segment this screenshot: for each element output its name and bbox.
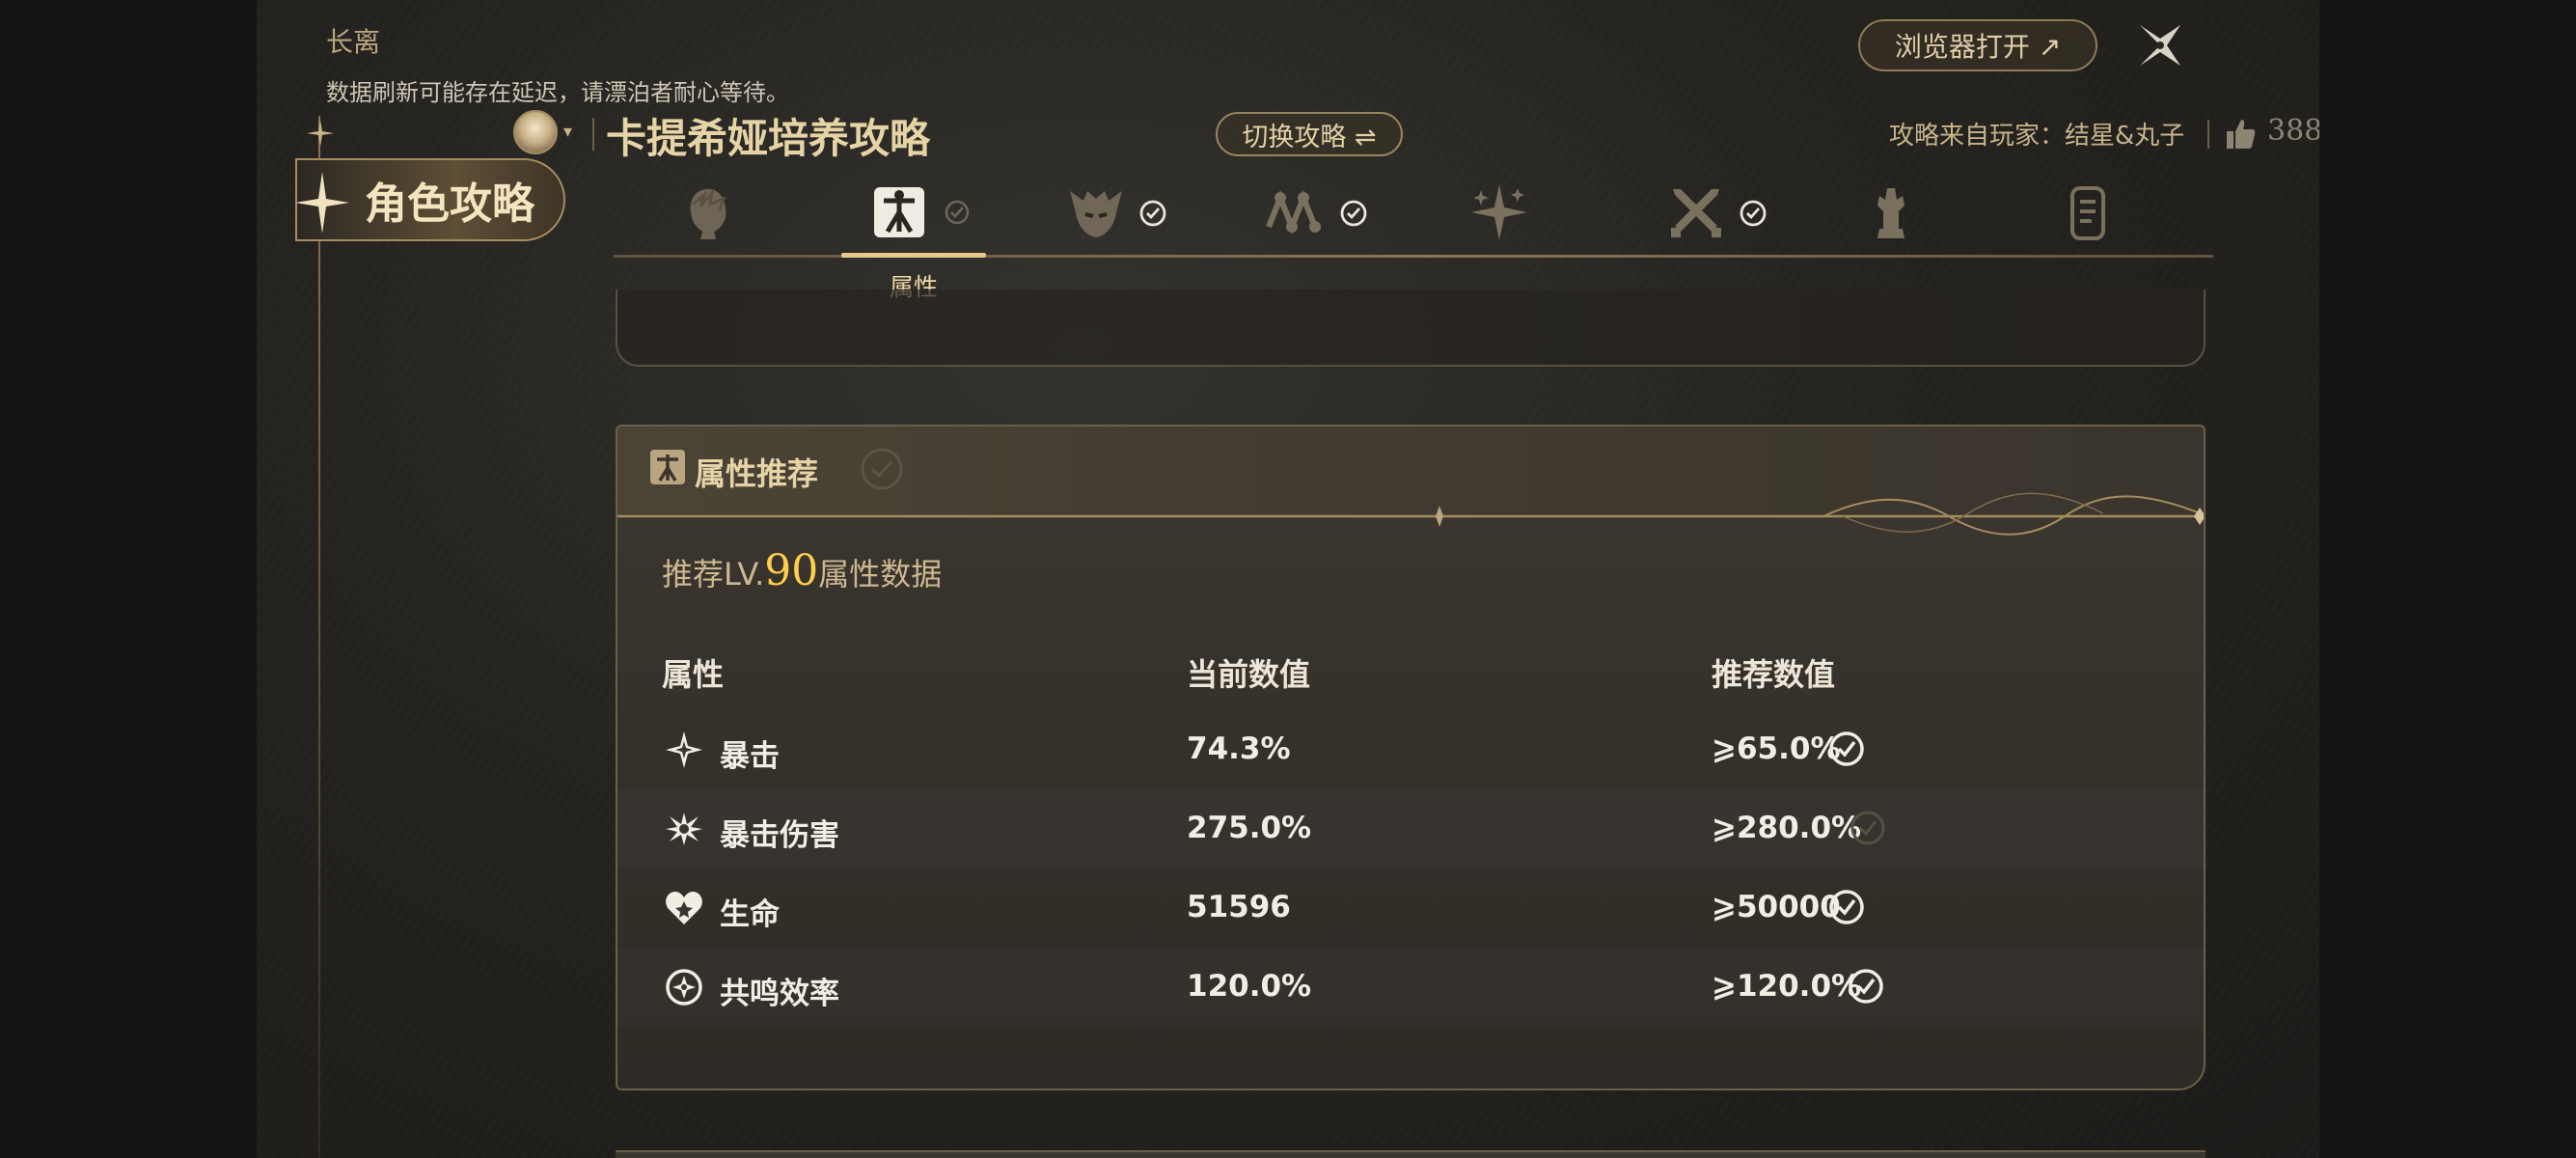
crit-damage-icon bbox=[666, 813, 702, 845]
unmet-check-icon bbox=[1850, 811, 1885, 845]
previous-section-card bbox=[616, 290, 2206, 367]
tab-attributes[interactable] bbox=[841, 174, 970, 251]
recommended-value: ⩾65.0% bbox=[1712, 731, 1841, 766]
attribute-name: 暴击伤害 bbox=[720, 818, 839, 853]
character-portrait-icon bbox=[690, 187, 726, 239]
tab-notes[interactable] bbox=[2030, 174, 2146, 251]
column-header-attribute: 属性 bbox=[662, 656, 725, 693]
header-divider bbox=[592, 118, 594, 151]
guide-star-icon bbox=[295, 172, 349, 234]
tab-check-icon bbox=[1740, 200, 1767, 227]
switch-guide-button[interactable]: 切换攻略 ⇌ bbox=[1216, 112, 1403, 156]
close-button[interactable] bbox=[2134, 19, 2186, 71]
next-section-card bbox=[616, 1150, 2206, 1158]
tab-character[interactable] bbox=[650, 174, 766, 251]
attributes-figure-icon bbox=[874, 187, 924, 237]
crit-rate-icon bbox=[666, 731, 702, 768]
character-avatar[interactable] bbox=[513, 110, 558, 154]
avatar-dropdown-caret-icon[interactable]: ▾ bbox=[563, 122, 572, 142]
recommended-level-line: 推荐LV.90属性数据 bbox=[662, 546, 942, 595]
guide-tab-bar: 属性 bbox=[614, 174, 2213, 301]
thumbs-up-icon[interactable] bbox=[2227, 118, 2256, 149]
attribute-name: 暴击 bbox=[720, 739, 780, 774]
echo-mask-icon bbox=[1070, 191, 1122, 237]
met-check-icon bbox=[1849, 969, 1883, 1004]
guide-source-text: 攻略来自玩家：结星&丸子 bbox=[1889, 122, 2185, 151]
open-in-browser-button[interactable]: 浏览器打开 ↗ bbox=[1858, 19, 2097, 71]
rec-level: 90 bbox=[764, 546, 819, 595]
current-value: 51596 bbox=[1187, 890, 1291, 924]
header-wave-ornament bbox=[617, 492, 2204, 536]
sparkle-icon bbox=[307, 120, 334, 147]
player-name: 长离 bbox=[326, 26, 381, 58]
skill-chain-icon bbox=[1266, 189, 1321, 235]
recommended-value: ⩾120.0% bbox=[1712, 969, 1862, 1004]
tab-team[interactable] bbox=[1833, 174, 1949, 251]
active-tab-indicator bbox=[841, 253, 986, 258]
star-sparkle-icon bbox=[1471, 184, 1527, 240]
sidebar-rail bbox=[318, 116, 320, 1158]
app-window: 长离 数据刷新可能存在延迟，请漂泊者耐心等待。 浏览器打开 ↗ 角色攻略 ▾ 卡… bbox=[257, 0, 2319, 1158]
rec-prefix: 推荐LV. bbox=[662, 556, 765, 593]
current-value: 275.0% bbox=[1187, 811, 1312, 845]
column-header-current: 当前数值 bbox=[1187, 656, 1311, 693]
tab-check-icon bbox=[945, 200, 970, 225]
likes-count: 38800 bbox=[2267, 114, 2319, 148]
recommended-value: ⩾280.0% bbox=[1712, 811, 1862, 845]
table-row: 暴击 74.3% ⩾65.0% bbox=[617, 710, 2204, 789]
attribute-name: 共鸣效率 bbox=[720, 977, 839, 1011]
refresh-notice: 数据刷新可能存在延迟，请漂泊者耐心等待。 bbox=[326, 79, 789, 106]
open-in-browser-label: 浏览器打开 ↗ bbox=[1894, 31, 2062, 63]
likes-divider bbox=[2207, 120, 2209, 149]
hp-heart-icon bbox=[666, 892, 702, 924]
tab-echoes[interactable] bbox=[1038, 174, 1166, 251]
tab-check-icon bbox=[1139, 200, 1166, 227]
attributes-figure-icon bbox=[650, 450, 685, 484]
tab-resonance-chain[interactable] bbox=[1441, 174, 1557, 251]
character-guide-title: 卡提希娅培养攻略 bbox=[606, 115, 931, 162]
crossed-swords-icon bbox=[1671, 189, 1721, 237]
guide-header: ▾ 卡提希娅培养攻略 切换攻略 ⇌ 攻略来自玩家：结星&丸子 38800 bbox=[513, 108, 2319, 162]
met-check-icon bbox=[1829, 890, 1864, 924]
close-x-icon bbox=[2140, 25, 2180, 66]
attribute-recommendation-card: 属性推荐 推荐LV.90属性数据 属性 当前数值 推荐数值 暴击 74.3% ⩾… bbox=[616, 425, 2206, 1090]
tab-skill-priority[interactable] bbox=[1237, 174, 1367, 251]
tab-weapons[interactable] bbox=[1638, 174, 1767, 251]
energy-regen-icon bbox=[666, 969, 702, 1006]
rec-suffix: 属性数据 bbox=[818, 556, 943, 593]
current-value: 74.3% bbox=[1187, 731, 1291, 766]
team-chess-icon bbox=[1877, 188, 1905, 238]
met-check-icon bbox=[1829, 731, 1864, 766]
column-header-recommended: 推荐数值 bbox=[1712, 656, 1836, 693]
table-row: 共鸣效率 120.0% ⩾120.0% bbox=[617, 948, 2204, 1027]
table-row: 暴击伤害 275.0% ⩾280.0% bbox=[617, 789, 2204, 868]
current-value: 120.0% bbox=[1187, 969, 1312, 1004]
recommended-value: ⩾50000 bbox=[1712, 890, 1841, 924]
table-row: 生命 51596 ⩾50000 bbox=[617, 868, 2204, 948]
switch-guide-label: 切换攻略 ⇌ bbox=[1242, 122, 1377, 152]
character-guide-label: 角色攻略 bbox=[365, 179, 534, 229]
notes-scroll-icon bbox=[2070, 186, 2105, 240]
attribute-name: 生命 bbox=[720, 897, 780, 932]
tab-check-icon bbox=[1340, 200, 1367, 227]
